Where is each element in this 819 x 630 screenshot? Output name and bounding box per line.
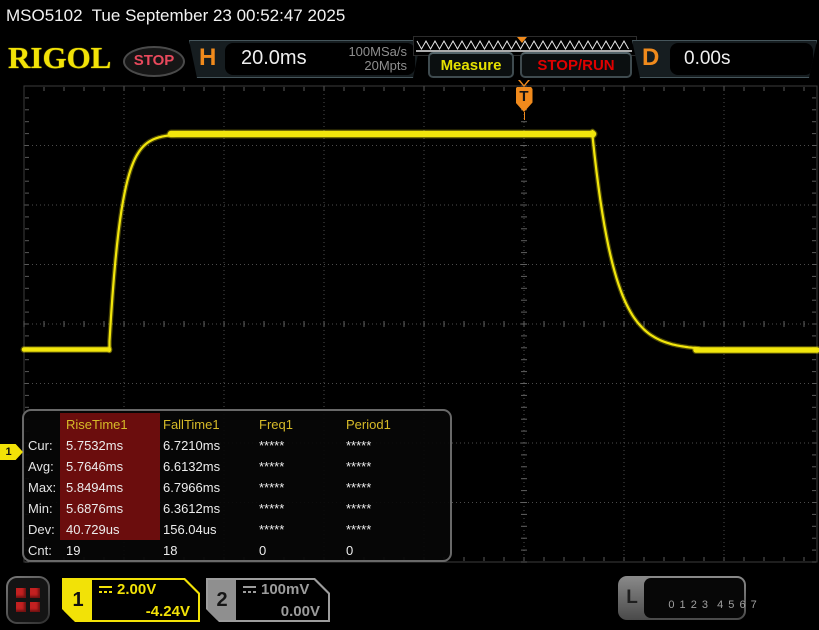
trigger-triangle-icon [518,80,530,87]
measurement-row-cnt: Cnt: 19 18 0 0 [28,540,448,561]
logic-analyzer-block[interactable]: L 0 1 2 3 4 5 6 7 8 9 1011 12131415 [618,576,746,620]
header-risetime[interactable]: RiseTime1 [66,414,163,435]
measurement-row-avg: Avg: 5.7646ms 6.6132ms ***** ***** [28,456,448,477]
channel1-scale: 2.00V [117,581,156,598]
measurement-panel[interactable]: RiseTime1 FallTime1 Freq1 Period1 Cur: 5… [22,409,452,562]
measurement-header-row: RiseTime1 FallTime1 Freq1 Period1 [28,414,448,435]
oscilloscope-screen: MSO5102 Tue September 23 00:52:47 2025 R… [0,0,819,630]
trigger-stem [524,112,525,120]
channel2-offset: 0.00V [281,603,320,620]
header-freq[interactable]: Freq1 [259,414,346,435]
channel2-status-block[interactable]: 2 100mV 0.00V [206,578,330,622]
measurement-row-min: Min: 5.6876ms 6.3612ms ***** ***** [28,498,448,519]
measurement-table: RiseTime1 FallTime1 Freq1 Period1 Cur: 5… [28,414,448,561]
la-label: L [618,576,646,620]
trigger-t-icon: T [516,87,533,112]
channel1-number: 1 [64,580,92,620]
header-falltime[interactable]: FallTime1 [163,414,259,435]
dc-coupling-icon [98,585,113,594]
channel1-offset: -4.24V [146,603,190,620]
la-channel-list: 0 1 2 3 4 5 6 7 8 9 1011 12131415 [644,578,744,618]
measurement-row-cur: Cur: 5.7532ms 6.7210ms ***** ***** [28,435,448,456]
measurement-row-dev: Dev: 40.729us 156.04us ***** ***** [28,519,448,540]
channel1-status-block[interactable]: 1 2.00V -4.24V [62,578,200,622]
trigger-position-marker[interactable]: T [513,80,535,120]
channel2-scale: 100mV [261,581,309,598]
header-period[interactable]: Period1 [346,414,448,435]
menu-grid-button[interactable] [6,576,50,624]
dc-coupling-icon [242,585,257,594]
measurement-row-max: Max: 5.8494ms 6.7966ms ***** ***** [28,477,448,498]
grid-icon [8,578,48,622]
channel2-number: 2 [208,580,236,620]
